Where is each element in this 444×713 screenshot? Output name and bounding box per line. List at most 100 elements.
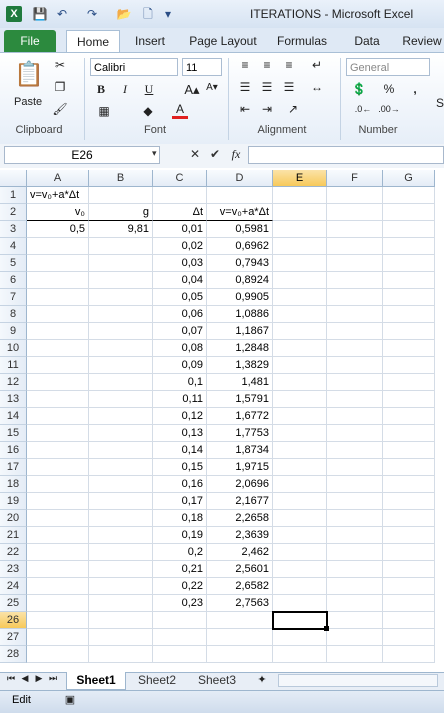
row-header[interactable]: 12 (0, 374, 27, 391)
cell-a1[interactable]: v=v₀+a*Δt (27, 187, 89, 204)
cell-c26[interactable] (153, 612, 207, 629)
cell-a26[interactable] (27, 612, 89, 629)
row-header[interactable]: 22 (0, 544, 27, 561)
cell-d22[interactable]: 2,462 (207, 544, 273, 561)
cell-e21[interactable] (273, 527, 327, 544)
cell-e13[interactable] (273, 391, 327, 408)
cell-d15[interactable]: 1,7753 (207, 425, 273, 442)
cell-c10[interactable]: 0,08 (153, 340, 207, 357)
cell-d2[interactable]: v=v₀+a*Δt (207, 204, 273, 221)
cell-g14[interactable] (383, 408, 435, 425)
cell-c15[interactable]: 0,13 (153, 425, 207, 442)
cell-b13[interactable] (89, 391, 153, 408)
cell-f12[interactable] (327, 374, 383, 391)
fill-color-icon[interactable]: ◆ (140, 104, 156, 118)
cell-f28[interactable] (327, 646, 383, 663)
cell-f22[interactable] (327, 544, 383, 561)
cell-a7[interactable] (27, 289, 89, 306)
tab-home[interactable]: Home (66, 30, 120, 53)
cell-b3[interactable]: 9,81 (89, 221, 153, 238)
cell-g8[interactable] (383, 306, 435, 323)
cell-e10[interactable] (273, 340, 327, 357)
cell-d14[interactable]: 1,6772 (207, 408, 273, 425)
cell-f11[interactable] (327, 357, 383, 374)
sheet-tab-sheet1[interactable]: Sheet1 (66, 672, 126, 690)
cell-g10[interactable] (383, 340, 435, 357)
confirm-entry-icon[interactable]: ✔ (208, 147, 222, 161)
cell-e6[interactable] (273, 272, 327, 289)
cell-a11[interactable] (27, 357, 89, 374)
cell-e19[interactable] (273, 493, 327, 510)
comma-button[interactable]: , (408, 82, 422, 96)
cell-f17[interactable] (327, 459, 383, 476)
row-header[interactable]: 20 (0, 510, 27, 527)
shrink-font-icon[interactable]: A▾ (204, 82, 220, 93)
tab-formulas[interactable]: Formulas (270, 30, 334, 52)
cell-d9[interactable]: 1,1867 (207, 323, 273, 340)
row-header[interactable]: 6 (0, 272, 27, 289)
cell-f7[interactable] (327, 289, 383, 306)
cell-g23[interactable] (383, 561, 435, 578)
cell-a19[interactable] (27, 493, 89, 510)
new-document-icon[interactable]: 🗋 (140, 6, 156, 22)
select-all-corner[interactable] (0, 170, 27, 187)
customize-toolbar-icon[interactable]: ▾ (160, 6, 176, 22)
percent-button[interactable]: % (382, 82, 396, 96)
insert-function-button[interactable]: fx (228, 147, 244, 162)
cell-g24[interactable] (383, 578, 435, 595)
cell-g21[interactable] (383, 527, 435, 544)
cell-d1[interactable] (207, 187, 273, 204)
row-header[interactable]: 3 (0, 221, 27, 238)
cell-g16[interactable] (383, 442, 435, 459)
cell-a3[interactable]: 0,5 (27, 221, 89, 238)
decrease-decimal-icon[interactable]: .00→ (378, 104, 400, 114)
row-header[interactable]: 4 (0, 238, 27, 255)
cell-e12[interactable] (273, 374, 327, 391)
cell-a17[interactable] (27, 459, 89, 476)
cell-b6[interactable] (89, 272, 153, 289)
cell-a4[interactable] (27, 238, 89, 255)
cell-e23[interactable] (273, 561, 327, 578)
cell-a10[interactable] (27, 340, 89, 357)
cell-a13[interactable] (27, 391, 89, 408)
undo-icon[interactable]: ↶ (54, 6, 70, 22)
cell-c18[interactable]: 0,16 (153, 476, 207, 493)
row-header[interactable]: 7 (0, 289, 27, 306)
cell-d19[interactable]: 2,1677 (207, 493, 273, 510)
row-header[interactable]: 21 (0, 527, 27, 544)
row-header[interactable]: 2 (0, 204, 27, 221)
row-header[interactable]: 28 (0, 646, 27, 663)
cell-e1[interactable] (273, 187, 327, 204)
cell-e2[interactable] (273, 204, 327, 221)
cell-d8[interactable]: 1,0886 (207, 306, 273, 323)
italic-button[interactable]: I (118, 82, 132, 97)
align-right-icon[interactable]: ☰ (280, 80, 298, 94)
increase-decimal-icon[interactable]: .0← (352, 104, 374, 114)
cell-e14[interactable] (273, 408, 327, 425)
open-icon[interactable]: 📂 (116, 6, 132, 22)
column-header-b[interactable]: B (89, 170, 153, 187)
cell-g13[interactable] (383, 391, 435, 408)
align-left-icon[interactable]: ☰ (236, 80, 254, 94)
cell-b23[interactable] (89, 561, 153, 578)
cell-c23[interactable]: 0,21 (153, 561, 207, 578)
tab-review[interactable]: Review (400, 30, 444, 52)
cell-d18[interactable]: 2,0696 (207, 476, 273, 493)
fill-handle[interactable] (324, 626, 329, 631)
cell-f18[interactable] (327, 476, 383, 493)
sheet-tab-sheet3[interactable]: Sheet3 (190, 672, 244, 689)
cell-d10[interactable]: 1,2848 (207, 340, 273, 357)
cell-c5[interactable]: 0,03 (153, 255, 207, 272)
cell-g4[interactable] (383, 238, 435, 255)
cell-d21[interactable]: 2,3639 (207, 527, 273, 544)
cell-b4[interactable] (89, 238, 153, 255)
row-header[interactable]: 24 (0, 578, 27, 595)
cell-g22[interactable] (383, 544, 435, 561)
align-top-icon[interactable]: ≡ (236, 58, 254, 72)
cell-e4[interactable] (273, 238, 327, 255)
cell-f24[interactable] (327, 578, 383, 595)
cell-d7[interactable]: 0,9905 (207, 289, 273, 306)
cell-g28[interactable] (383, 646, 435, 663)
cell-f10[interactable] (327, 340, 383, 357)
cell-f19[interactable] (327, 493, 383, 510)
